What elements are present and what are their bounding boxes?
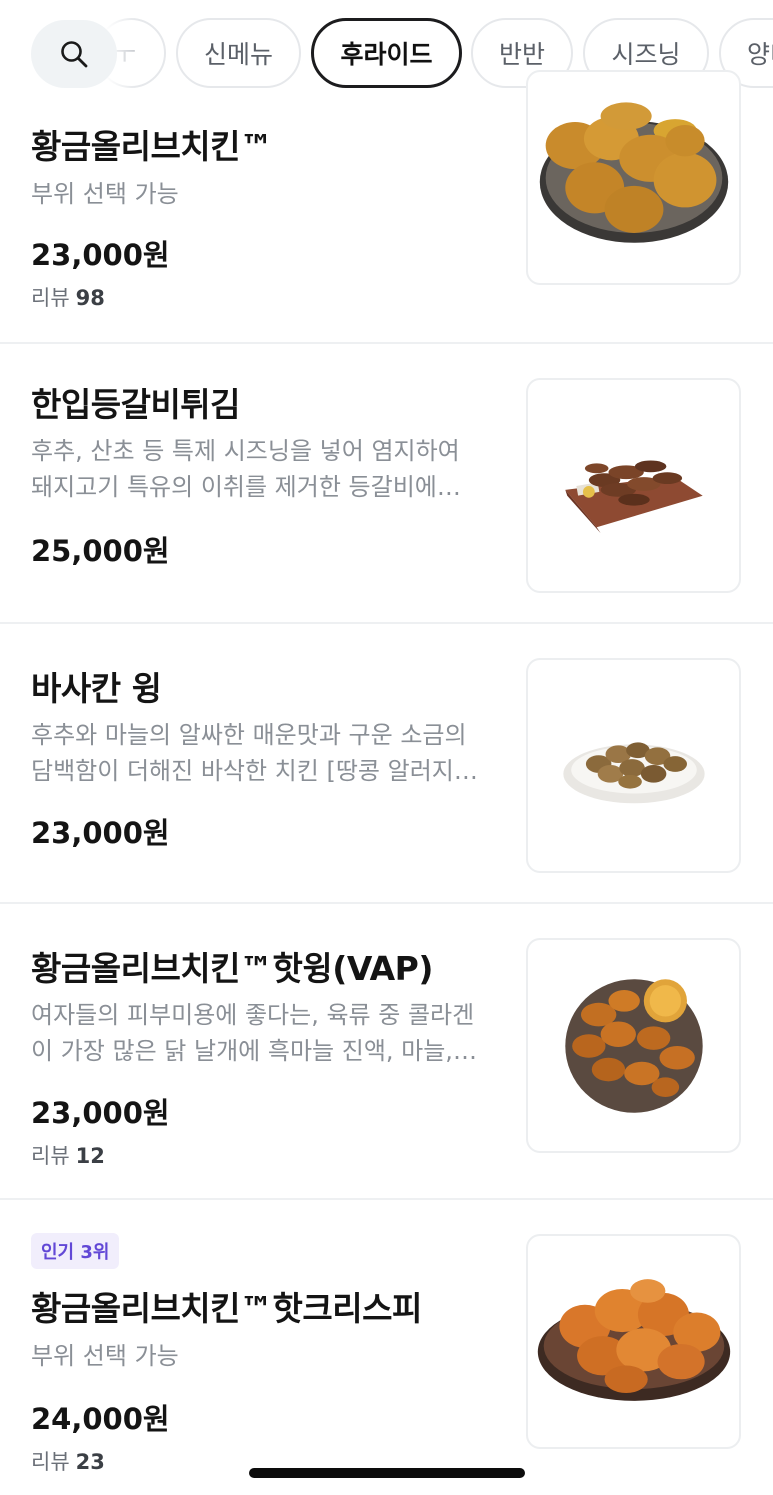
search-icon [61, 41, 88, 68]
menu-item-price: 23,000원 [31, 238, 170, 272]
menu-item-description: 부위 선택 가능 [31, 180, 179, 208]
menu-item-image-hot-wings-plate [526, 938, 741, 1153]
menu-item-name: 황금올리브치킨™핫윙(VAP) [31, 949, 433, 988]
menu-item-price: 25,000원 [31, 534, 170, 568]
menu-item-name: 황금올리브치킨™핫크리스피 [31, 1289, 422, 1328]
category-chip-label: 신메뉴 [203, 40, 273, 69]
menu-item-hot-crispy[interactable]: 인기 3위 황금올리브치킨™핫크리스피 부위 선택 가능 24,000원 리뷰 2… [0, 1200, 773, 1495]
category-chip-fried[interactable]: 후라이드 [311, 18, 462, 88]
category-chip-label: 양녀 [747, 40, 773, 69]
menu-item-description: 여자들의 피부미용에 좋다는, 육류 중 콜라겐 이 가장 많은 닭 날개에 흑… [31, 1001, 477, 1065]
menu-item-price: 23,000원 [31, 1096, 170, 1130]
menu-item-review: 리뷰 23 [31, 1450, 105, 1474]
menu-item-basakan-wing[interactable]: 바사칸 윙 후추와 마늘의 알싸한 매운맛과 구운 소금의 담백함이 더해진 바… [0, 624, 773, 904]
menu-item-image-wings-plate [526, 658, 741, 873]
menu-item-description: 후추, 산초 등 특제 시즈닝을 넣어 염지하여 돼지고기 특유의 이취를 제거… [31, 437, 461, 501]
category-chip-new-menu[interactable]: 신메뉴 [176, 18, 301, 88]
search-button[interactable] [31, 20, 117, 88]
menu-item-rib-fries[interactable]: 한입등갈비튀김 후추, 산초 등 특제 시즈닝을 넣어 염지하여 돼지고기 특유… [0, 344, 773, 624]
menu-item-image-hot-crispy-chicken [526, 1234, 741, 1449]
menu-item-golden-olive[interactable]: 황금올리브치킨™ 부위 선택 가능 23,000원 리뷰 98 [0, 70, 773, 344]
menu-item-description: 부위 선택 가능 [31, 1342, 179, 1370]
menu-item-description: 후추와 마늘의 알싸한 매운맛과 구운 소금의 담백함이 더해진 바삭한 치킨 … [31, 721, 478, 785]
home-indicator[interactable] [249, 1468, 525, 1478]
menu-item-name: 황금올리브치킨™ [31, 127, 273, 166]
menu-item-name: 바사칸 윙 [31, 669, 162, 708]
menu-item-review: 리뷰 98 [31, 286, 105, 310]
menu-item-price: 23,000원 [31, 816, 170, 850]
menu-item-image-fried-ribs-board [526, 378, 741, 593]
menu-item-hot-wing-vap[interactable]: 황금올리브치킨™핫윙(VAP) 여자들의 피부미용에 좋다는, 육류 중 콜라겐… [0, 904, 773, 1200]
menu-item-review: 리뷰 12 [31, 1144, 105, 1168]
menu-item-image-fried-chicken-platter [526, 70, 741, 285]
menu-item-name: 한입등갈비튀김 [31, 385, 241, 424]
category-chip-label: 반반 [498, 40, 545, 69]
category-chip-label: 후라이드 [340, 40, 433, 69]
popularity-badge: 인기 3위 [31, 1233, 120, 1269]
category-chip-label: 시즈닝 [611, 40, 681, 69]
menu-item-price: 24,000원 [31, 1402, 170, 1436]
